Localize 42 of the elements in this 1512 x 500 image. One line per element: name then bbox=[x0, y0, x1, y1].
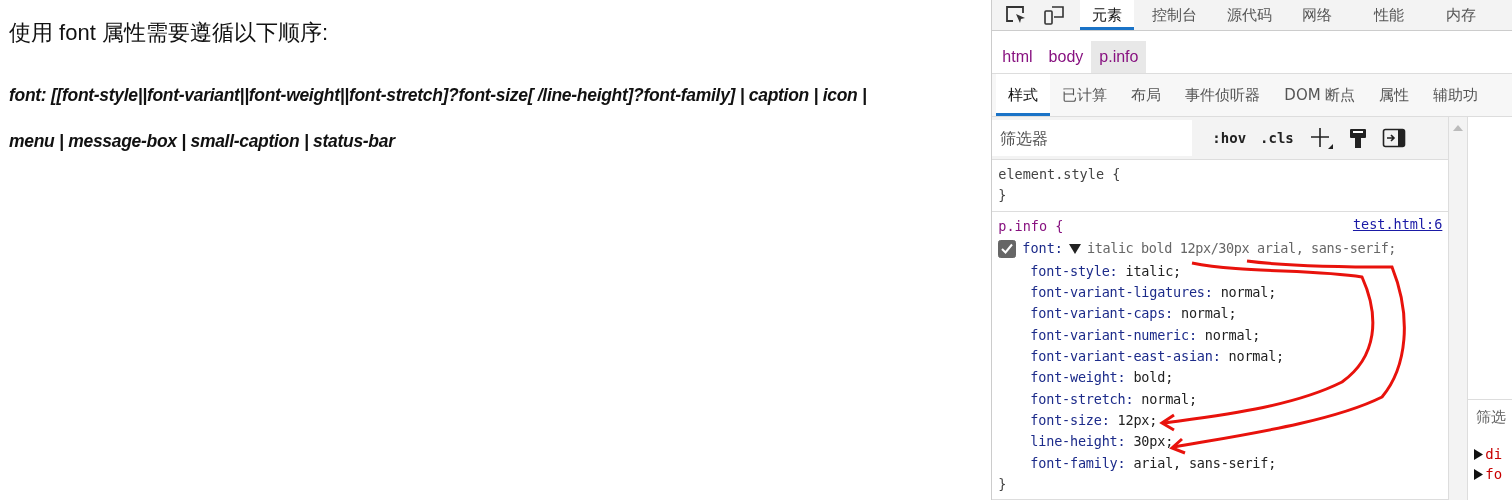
property-line: font-weight: bold; bbox=[1029, 368, 1175, 388]
panel-tab[interactable]: 源代码 bbox=[1215, 0, 1285, 30]
property-line: font-variant-numeric: normal; bbox=[1029, 325, 1262, 345]
panel-tab[interactable]: 控制台 bbox=[1140, 0, 1210, 30]
syntax-line: font: [[font-style||font-variant||font-weight||font-stretch]?font-size[ /line-height]?font-family] | caption | icon | bbox=[9, 84, 868, 107]
brace-text: } bbox=[998, 474, 1008, 494]
property-line: font-size: 12px; bbox=[1029, 410, 1159, 430]
property-line: font-variant-caps: normal; bbox=[1029, 304, 1238, 324]
selector-text: element.style { bbox=[998, 165, 1122, 184]
panel-tab[interactable]: 性能 bbox=[1350, 0, 1429, 30]
styles-tab[interactable]: 属性 bbox=[1367, 74, 1422, 116]
rule-text: di bbox=[1485, 446, 1503, 462]
syntax-line: menu | message-box | small-caption | status-bar bbox=[9, 130, 397, 153]
breadcrumb[interactable]: p.info bbox=[1091, 41, 1147, 73]
selector-text: p.info { bbox=[998, 216, 1064, 236]
toolbar-toggle[interactable]: :hov bbox=[1212, 130, 1247, 146]
property-line: font-style: italic; bbox=[1029, 261, 1182, 281]
filter-field[interactable]: 筛选器 bbox=[992, 120, 1193, 156]
rule-text: fo bbox=[1485, 466, 1503, 482]
styles-tab[interactable]: 布局 bbox=[1119, 74, 1174, 116]
breadcrumb[interactable]: html bbox=[994, 41, 1041, 73]
property-line: line-height: 30px; bbox=[1029, 432, 1175, 452]
heading: 使用 font 属性需要遵循以下顺序: bbox=[9, 19, 330, 47]
panel-tab[interactable]: 网络 bbox=[1290, 0, 1345, 30]
brace-text: } bbox=[998, 186, 1008, 206]
panel-tab[interactable]: 元素 bbox=[1080, 0, 1135, 30]
property-line: font-stretch: normal; bbox=[1029, 389, 1198, 409]
property-value: italic bold 12px/30px arial, sans-serif; bbox=[1087, 239, 1397, 259]
toolbar-toggle[interactable]: .cls bbox=[1260, 130, 1294, 146]
breadcrumb[interactable]: body bbox=[1040, 41, 1092, 73]
styles-tab[interactable]: 已计算 bbox=[1050, 74, 1120, 116]
property-line: font-variant-ligatures: normal; bbox=[1029, 283, 1278, 303]
property-line: font-family: arial, sans-serif; bbox=[1029, 453, 1278, 473]
styles-tab[interactable]: 辅助功 bbox=[1421, 74, 1491, 116]
panel-tab[interactable]: 内存 bbox=[1434, 0, 1489, 30]
property-line: font-variant-east-asian: normal; bbox=[1029, 347, 1286, 367]
styles-tab[interactable]: 事件侦听器 bbox=[1173, 74, 1273, 116]
side-filter-label: 筛选 bbox=[1468, 399, 1512, 444]
styles-tab[interactable]: DOM 断点 bbox=[1272, 74, 1368, 116]
source-link[interactable]: test.html:6 bbox=[1352, 215, 1443, 237]
styles-tab[interactable]: 样式 bbox=[996, 74, 1051, 116]
property-name: font: bbox=[1022, 239, 1063, 259]
